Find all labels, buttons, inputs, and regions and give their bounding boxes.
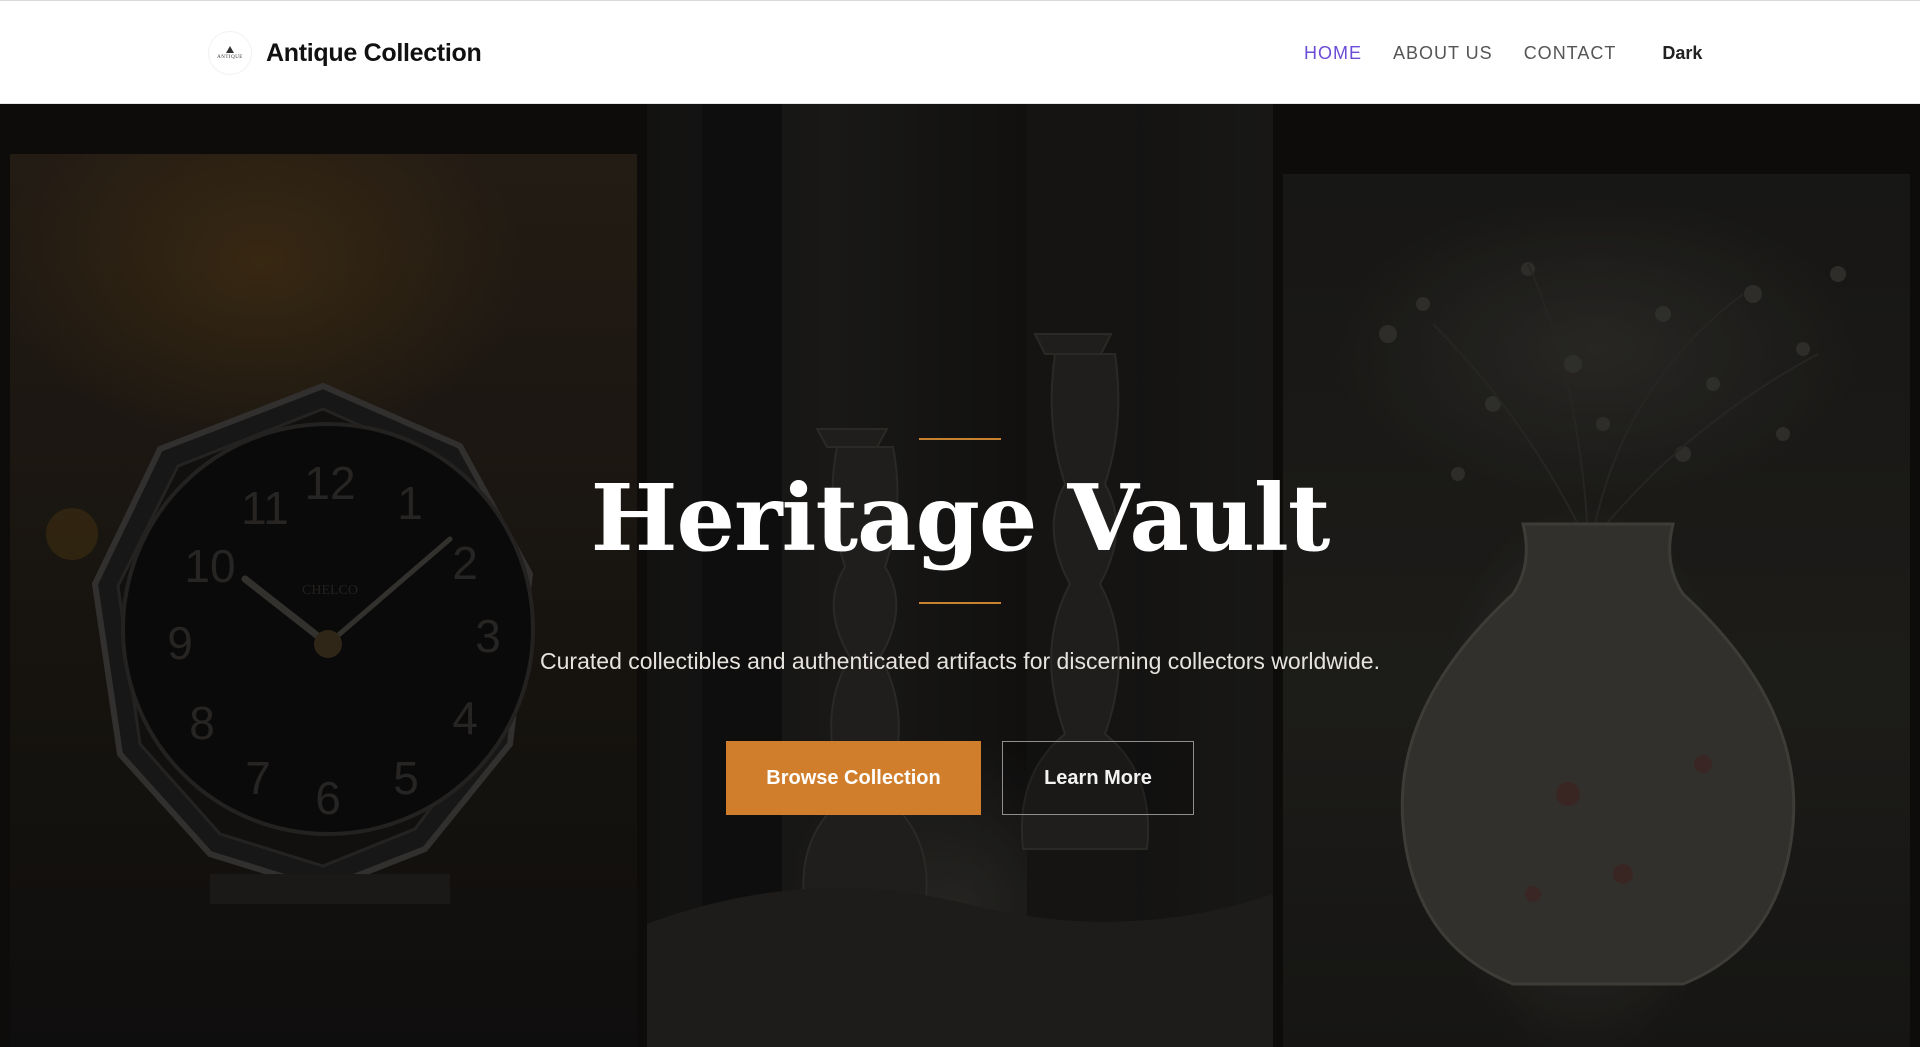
brand-name[interactable]: Antique Collection: [266, 39, 482, 68]
hero-subtitle: Curated collectibles and authenticated a…: [540, 648, 1380, 674]
theme-toggle-button[interactable]: Dark: [1662, 43, 1702, 64]
hero-title: Heritage Vault: [590, 464, 1331, 572]
main-nav: HOME ABOUT US CONTACT Dark: [1304, 39, 1702, 67]
learn-more-button[interactable]: Learn More: [1002, 741, 1194, 815]
lamp-icon: [226, 46, 234, 53]
site-header: ANTIQUE Antique Collection HOME ABOUT US…: [0, 0, 1920, 104]
brand-logo[interactable]: ANTIQUE: [208, 31, 252, 75]
nav-link-contact[interactable]: CONTACT: [1524, 43, 1617, 64]
browse-collection-button[interactable]: Browse Collection: [726, 741, 981, 815]
title-divider-top: [919, 438, 1001, 440]
logo-text: ANTIQUE: [217, 55, 243, 60]
nav-link-home[interactable]: HOME: [1304, 43, 1362, 64]
hero-section: 12 1 2 3 4 5 6 7 8 9 10 11 CHELCO Herita…: [0, 104, 1920, 1047]
nav-link-about-us[interactable]: ABOUT US: [1393, 43, 1493, 64]
title-divider-bottom: [919, 602, 1001, 604]
hero-content: Heritage Vault Curated collectibles and …: [0, 104, 1920, 1047]
hero-actions: Browse Collection Learn More: [726, 741, 1194, 815]
brand[interactable]: ANTIQUE Antique Collection: [208, 31, 482, 75]
